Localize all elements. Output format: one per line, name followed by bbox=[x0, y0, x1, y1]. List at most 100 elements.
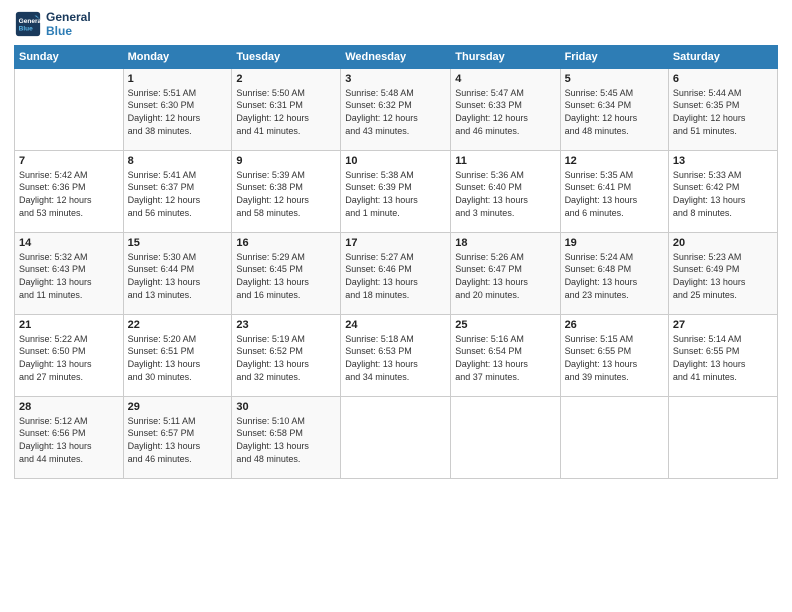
day-number: 9 bbox=[236, 155, 336, 167]
day-number: 29 bbox=[128, 401, 228, 413]
day-number: 23 bbox=[236, 319, 336, 331]
day-number: 8 bbox=[128, 155, 228, 167]
calendar-cell: 23 Sunrise: 5:19 AM Sunset: 6:52 PM Dayli… bbox=[232, 314, 341, 396]
header-row: SundayMondayTuesdayWednesdayThursdayFrid… bbox=[15, 45, 778, 68]
day-info: Sunrise: 5:51 AM Sunset: 6:30 PM Dayligh… bbox=[128, 87, 228, 137]
column-header-thursday: Thursday bbox=[451, 45, 560, 68]
calendar-cell bbox=[668, 396, 777, 478]
day-number: 7 bbox=[19, 155, 119, 167]
day-info: Sunrise: 5:39 AM Sunset: 6:38 PM Dayligh… bbox=[236, 169, 336, 219]
calendar-cell: 28 Sunrise: 5:12 AM Sunset: 6:56 PM Dayli… bbox=[15, 396, 124, 478]
day-number: 5 bbox=[565, 73, 664, 85]
day-number: 4 bbox=[455, 73, 555, 85]
day-number: 30 bbox=[236, 401, 336, 413]
day-number: 15 bbox=[128, 237, 228, 249]
day-info: Sunrise: 5:16 AM Sunset: 6:54 PM Dayligh… bbox=[455, 333, 555, 383]
day-info: Sunrise: 5:18 AM Sunset: 6:53 PM Dayligh… bbox=[345, 333, 446, 383]
day-info: Sunrise: 5:29 AM Sunset: 6:45 PM Dayligh… bbox=[236, 251, 336, 301]
day-info: Sunrise: 5:38 AM Sunset: 6:39 PM Dayligh… bbox=[345, 169, 446, 219]
day-info: Sunrise: 5:32 AM Sunset: 6:43 PM Dayligh… bbox=[19, 251, 119, 301]
day-info: Sunrise: 5:15 AM Sunset: 6:55 PM Dayligh… bbox=[565, 333, 664, 383]
day-info: Sunrise: 5:35 AM Sunset: 6:41 PM Dayligh… bbox=[565, 169, 664, 219]
day-info: Sunrise: 5:12 AM Sunset: 6:56 PM Dayligh… bbox=[19, 415, 119, 465]
day-number: 19 bbox=[565, 237, 664, 249]
svg-text:Blue: Blue bbox=[19, 26, 33, 33]
calendar-cell: 15 Sunrise: 5:30 AM Sunset: 6:44 PM Dayli… bbox=[123, 232, 232, 314]
calendar-cell: 3 Sunrise: 5:48 AM Sunset: 6:32 PM Daylig… bbox=[341, 68, 451, 150]
day-info: Sunrise: 5:30 AM Sunset: 6:44 PM Dayligh… bbox=[128, 251, 228, 301]
calendar-week-4: 21 Sunrise: 5:22 AM Sunset: 6:50 PM Dayli… bbox=[15, 314, 778, 396]
logo-text: General Blue bbox=[46, 10, 91, 39]
day-number: 20 bbox=[673, 237, 773, 249]
calendar-cell: 24 Sunrise: 5:18 AM Sunset: 6:53 PM Dayli… bbox=[341, 314, 451, 396]
calendar-cell: 27 Sunrise: 5:14 AM Sunset: 6:55 PM Dayli… bbox=[668, 314, 777, 396]
day-info: Sunrise: 5:41 AM Sunset: 6:37 PM Dayligh… bbox=[128, 169, 228, 219]
page-container: General Blue General Blue SundayMondayTu… bbox=[0, 0, 792, 489]
calendar-cell: 7 Sunrise: 5:42 AM Sunset: 6:36 PM Daylig… bbox=[15, 150, 124, 232]
day-number: 11 bbox=[455, 155, 555, 167]
day-info: Sunrise: 5:27 AM Sunset: 6:46 PM Dayligh… bbox=[345, 251, 446, 301]
calendar-cell: 30 Sunrise: 5:10 AM Sunset: 6:58 PM Dayli… bbox=[232, 396, 341, 478]
day-info: Sunrise: 5:44 AM Sunset: 6:35 PM Dayligh… bbox=[673, 87, 773, 137]
day-info: Sunrise: 5:36 AM Sunset: 6:40 PM Dayligh… bbox=[455, 169, 555, 219]
day-info: Sunrise: 5:23 AM Sunset: 6:49 PM Dayligh… bbox=[673, 251, 773, 301]
day-number: 3 bbox=[345, 73, 446, 85]
day-info: Sunrise: 5:10 AM Sunset: 6:58 PM Dayligh… bbox=[236, 415, 336, 465]
calendar-cell bbox=[560, 396, 668, 478]
calendar-cell: 21 Sunrise: 5:22 AM Sunset: 6:50 PM Dayli… bbox=[15, 314, 124, 396]
calendar-cell: 4Sunrise: 5:47 AM Sunset: 6:33 PM Daylig… bbox=[451, 68, 560, 150]
day-number: 27 bbox=[673, 319, 773, 331]
logo-icon: General Blue bbox=[14, 10, 42, 38]
day-number: 10 bbox=[345, 155, 446, 167]
calendar-cell: 16 Sunrise: 5:29 AM Sunset: 6:45 PM Dayli… bbox=[232, 232, 341, 314]
calendar-week-2: 7 Sunrise: 5:42 AM Sunset: 6:36 PM Daylig… bbox=[15, 150, 778, 232]
day-number: 13 bbox=[673, 155, 773, 167]
logo: General Blue General Blue bbox=[14, 10, 91, 39]
calendar-week-3: 14 Sunrise: 5:32 AM Sunset: 6:43 PM Dayli… bbox=[15, 232, 778, 314]
calendar-cell: 12Sunrise: 5:35 AM Sunset: 6:41 PM Dayli… bbox=[560, 150, 668, 232]
day-info: Sunrise: 5:50 AM Sunset: 6:31 PM Dayligh… bbox=[236, 87, 336, 137]
calendar-cell: 10 Sunrise: 5:38 AM Sunset: 6:39 PM Dayli… bbox=[341, 150, 451, 232]
day-info: Sunrise: 5:48 AM Sunset: 6:32 PM Dayligh… bbox=[345, 87, 446, 137]
calendar-cell: 9 Sunrise: 5:39 AM Sunset: 6:38 PM Daylig… bbox=[232, 150, 341, 232]
column-header-friday: Friday bbox=[560, 45, 668, 68]
day-number: 21 bbox=[19, 319, 119, 331]
calendar-cell: 29 Sunrise: 5:11 AM Sunset: 6:57 PM Dayli… bbox=[123, 396, 232, 478]
day-number: 6 bbox=[673, 73, 773, 85]
day-info: Sunrise: 5:26 AM Sunset: 6:47 PM Dayligh… bbox=[455, 251, 555, 301]
day-info: Sunrise: 5:42 AM Sunset: 6:36 PM Dayligh… bbox=[19, 169, 119, 219]
column-header-wednesday: Wednesday bbox=[341, 45, 451, 68]
day-number: 25 bbox=[455, 319, 555, 331]
day-number: 22 bbox=[128, 319, 228, 331]
day-number: 26 bbox=[565, 319, 664, 331]
calendar-cell: 2Sunrise: 5:50 AM Sunset: 6:31 PM Daylig… bbox=[232, 68, 341, 150]
column-header-monday: Monday bbox=[123, 45, 232, 68]
day-number: 17 bbox=[345, 237, 446, 249]
calendar-cell bbox=[341, 396, 451, 478]
calendar-week-1: 1 Sunrise: 5:51 AM Sunset: 6:30 PM Daylig… bbox=[15, 68, 778, 150]
calendar-cell: 1 Sunrise: 5:51 AM Sunset: 6:30 PM Daylig… bbox=[123, 68, 232, 150]
column-header-sunday: Sunday bbox=[15, 45, 124, 68]
day-number: 1 bbox=[128, 73, 228, 85]
calendar-cell: 19 Sunrise: 5:24 AM Sunset: 6:48 PM Dayli… bbox=[560, 232, 668, 314]
day-info: Sunrise: 5:22 AM Sunset: 6:50 PM Dayligh… bbox=[19, 333, 119, 383]
calendar-cell: 25 Sunrise: 5:16 AM Sunset: 6:54 PM Dayli… bbox=[451, 314, 560, 396]
column-header-saturday: Saturday bbox=[668, 45, 777, 68]
calendar-cell bbox=[15, 68, 124, 150]
day-info: Sunrise: 5:24 AM Sunset: 6:48 PM Dayligh… bbox=[565, 251, 664, 301]
calendar-cell: 13Sunrise: 5:33 AM Sunset: 6:42 PM Dayli… bbox=[668, 150, 777, 232]
day-info: Sunrise: 5:14 AM Sunset: 6:55 PM Dayligh… bbox=[673, 333, 773, 383]
calendar-cell: 8 Sunrise: 5:41 AM Sunset: 6:37 PM Daylig… bbox=[123, 150, 232, 232]
day-info: Sunrise: 5:20 AM Sunset: 6:51 PM Dayligh… bbox=[128, 333, 228, 383]
column-header-tuesday: Tuesday bbox=[232, 45, 341, 68]
day-number: 24 bbox=[345, 319, 446, 331]
day-info: Sunrise: 5:19 AM Sunset: 6:52 PM Dayligh… bbox=[236, 333, 336, 383]
day-number: 16 bbox=[236, 237, 336, 249]
day-number: 28 bbox=[19, 401, 119, 413]
day-number: 14 bbox=[19, 237, 119, 249]
calendar-cell: 5Sunrise: 5:45 AM Sunset: 6:34 PM Daylig… bbox=[560, 68, 668, 150]
day-info: Sunrise: 5:11 AM Sunset: 6:57 PM Dayligh… bbox=[128, 415, 228, 465]
calendar-cell: 11 Sunrise: 5:36 AM Sunset: 6:40 PM Dayli… bbox=[451, 150, 560, 232]
calendar-cell: 22 Sunrise: 5:20 AM Sunset: 6:51 PM Dayli… bbox=[123, 314, 232, 396]
calendar-cell: 18Sunrise: 5:26 AM Sunset: 6:47 PM Dayli… bbox=[451, 232, 560, 314]
